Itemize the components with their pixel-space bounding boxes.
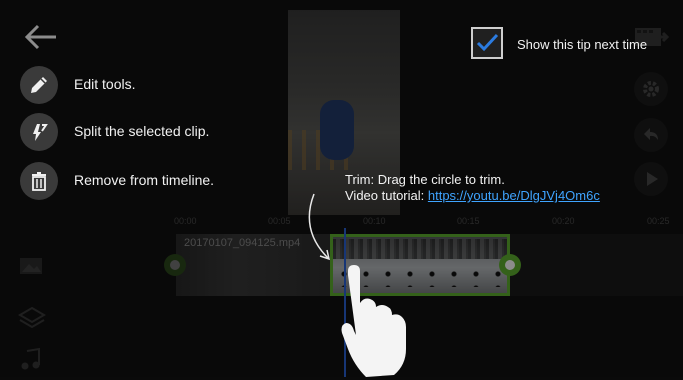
tip-label: Split the selected clip. <box>74 123 210 139</box>
show-tip-checkbox[interactable] <box>471 27 503 59</box>
tip-label: Remove from timeline. <box>74 172 215 188</box>
back-button[interactable] <box>22 22 58 52</box>
back-arrow-icon <box>24 24 56 50</box>
trash-icon <box>32 172 46 191</box>
split-icon <box>33 124 48 141</box>
tip-label: Edit tools. <box>74 76 136 92</box>
pencil-icon <box>31 77 47 93</box>
tutorial-prefix: Video tutorial: <box>345 188 428 203</box>
split-button[interactable] <box>20 113 58 151</box>
checkmark-icon <box>476 33 499 52</box>
edit-tools-button[interactable] <box>20 66 58 104</box>
tutorial-line: Video tutorial: https://youtu.be/DlgJVj4… <box>345 188 600 204</box>
hand-pointer-icon <box>341 265 406 377</box>
trim-instruction: Trim: Drag the circle to trim. <box>345 172 505 187</box>
trim-tip: Trim: Drag the circle to trim. Video tut… <box>345 172 600 204</box>
curved-arrow-icon <box>308 193 331 261</box>
show-tip-label[interactable]: Show this tip next time <box>517 37 647 52</box>
remove-button[interactable] <box>20 162 58 200</box>
tutorial-link[interactable]: https://youtu.be/DlgJVj4Om6c <box>428 188 600 203</box>
